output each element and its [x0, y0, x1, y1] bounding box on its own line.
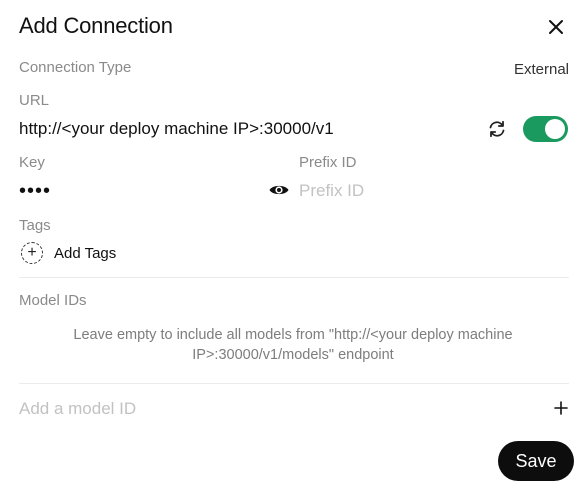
add-model-id-button[interactable] [551, 398, 571, 418]
save-button[interactable]: Save [498, 441, 574, 481]
key-label: Key [19, 154, 45, 171]
add-model-id-input[interactable] [19, 396, 519, 422]
connection-type-label: Connection Type [19, 59, 132, 76]
prefix-id-input[interactable] [299, 178, 559, 204]
tags-label: Tags [19, 217, 51, 234]
url-label: URL [19, 92, 50, 109]
add-tags-label: Add Tags [54, 244, 117, 262]
divider [19, 277, 569, 278]
url-input[interactable] [19, 116, 474, 142]
refresh-icon [489, 120, 505, 138]
plus-icon [554, 401, 568, 415]
toggle-knob [545, 119, 565, 139]
close-icon [549, 20, 563, 34]
add-connection-dialog: Add Connection Connection Type External … [0, 0, 586, 495]
model-ids-hint: Leave empty to include all models from "… [73, 327, 513, 363]
key-input[interactable] [19, 178, 259, 204]
enable-connection-toggle[interactable] [523, 116, 568, 142]
plus-circle-icon: + [21, 242, 43, 264]
dialog-title: Add Connection [19, 13, 173, 38]
verify-connection-button[interactable] [486, 118, 508, 140]
connection-type-select[interactable]: External [514, 61, 569, 78]
add-tags-button[interactable]: + Add Tags [21, 241, 116, 265]
toggle-key-visibility-button[interactable] [268, 180, 290, 200]
prefix-id-label: Prefix ID [299, 154, 357, 171]
close-button[interactable] [545, 16, 569, 40]
divider [19, 383, 569, 384]
model-ids-label: Model IDs [19, 292, 87, 309]
eye-icon [269, 185, 289, 195]
